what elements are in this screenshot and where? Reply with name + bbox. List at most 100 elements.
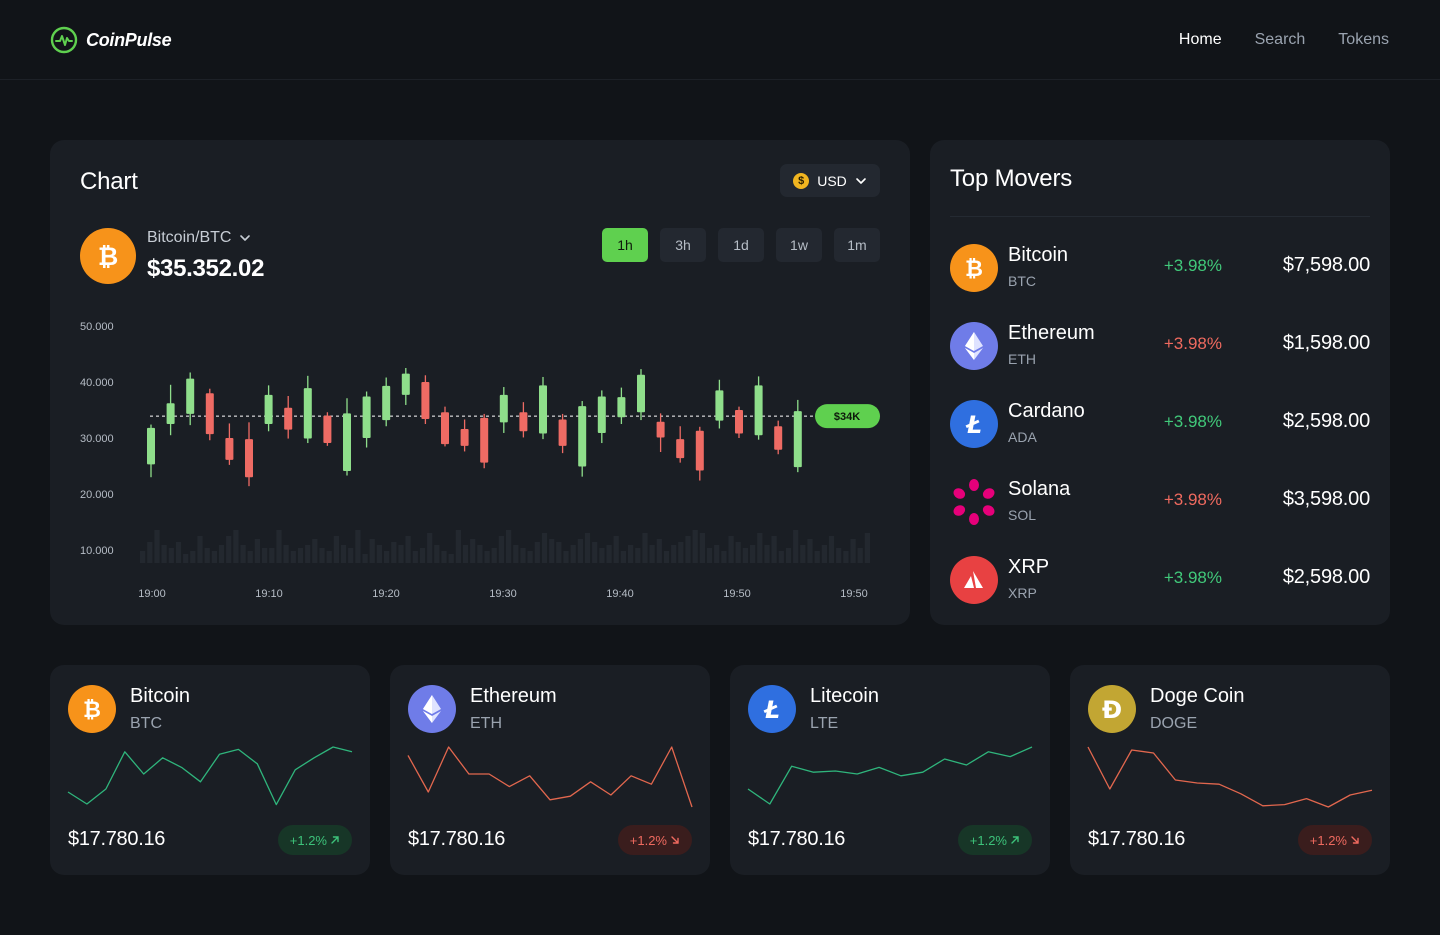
mover-row[interactable]: ₿ Bitcoin BTC +3.98% $7,598.00 xyxy=(950,240,1370,296)
candle-down xyxy=(558,419,567,446)
y-tick-label: 20.000 xyxy=(80,489,114,501)
coin-card[interactable]: Ł Litecoin LTE $17.780.16 +1.2% xyxy=(730,665,1050,875)
candle-up xyxy=(362,396,371,438)
volume-bar xyxy=(254,539,260,563)
candle-up xyxy=(617,397,626,418)
mover-row[interactable]: XRP XRP +3.98% $2,598.00 xyxy=(950,552,1370,608)
coin-price: $17.780.16 xyxy=(1088,828,1186,850)
candle-down xyxy=(480,417,489,463)
y-tick-label: 40.000 xyxy=(80,377,114,389)
candle-down xyxy=(695,430,704,471)
candle-down xyxy=(441,412,449,445)
coin-card[interactable]: ₿ Bitcoin BTC $17.780.16 +1.2% xyxy=(50,665,370,875)
mover-symbol: SOL xyxy=(1008,507,1037,523)
volume-bar xyxy=(563,551,569,563)
volume-bar xyxy=(663,551,670,563)
brand[interactable]: CoinPulse xyxy=(50,26,172,54)
mover-price: $3,598.00 xyxy=(1282,488,1370,510)
volume-bar xyxy=(161,545,167,563)
candlestick-chart[interactable]: 50.000 40.000 30.000 20.000 10.000 19:00 19:10… xyxy=(50,140,910,625)
volume-bar xyxy=(656,539,662,563)
candle-down xyxy=(284,407,293,430)
volume-bar xyxy=(642,533,648,563)
volume-bar xyxy=(147,542,153,563)
nav-search[interactable]: Search xyxy=(1255,31,1306,49)
volume-bar xyxy=(348,548,354,563)
volume-bar xyxy=(455,530,461,563)
avalanche-icon xyxy=(950,556,998,604)
volume-bar xyxy=(793,530,799,563)
volume-bar xyxy=(197,536,203,563)
candle-up xyxy=(715,390,724,421)
mover-change: +3.98% xyxy=(1163,256,1222,275)
volume-bar xyxy=(549,539,555,563)
volume-bar xyxy=(771,536,777,563)
top-movers-title: Top Movers xyxy=(950,165,1073,192)
volume-bar xyxy=(355,530,361,563)
candle-up xyxy=(578,406,587,467)
volume-bar xyxy=(434,545,440,563)
candle-up xyxy=(264,394,273,424)
candle-down xyxy=(245,439,253,478)
volume-bar xyxy=(628,545,634,563)
volume-bar xyxy=(714,545,720,563)
svg-text:₿: ₿ xyxy=(965,257,983,281)
volume-bar xyxy=(506,530,512,563)
change-badge: +1.2% xyxy=(277,825,352,855)
current-price-tag-label: $34K xyxy=(834,411,860,423)
y-tick-label: 50.000 xyxy=(80,321,114,333)
brand-name: CoinPulse xyxy=(86,29,172,50)
change-badge-value: +1.2% xyxy=(289,832,327,848)
candle-up xyxy=(343,413,351,472)
volume-bar xyxy=(671,545,677,563)
volume-bar xyxy=(140,551,146,563)
candle-up xyxy=(147,427,155,465)
coin-card[interactable]: Ethereum ETH $17.780.16 +1.2% xyxy=(390,665,710,875)
volume-bar xyxy=(843,551,849,563)
volume-bar xyxy=(398,545,404,563)
x-tick-label: 19:10 xyxy=(255,588,283,600)
volume-bar xyxy=(362,554,368,563)
volume-bar xyxy=(419,548,426,563)
volume-bar xyxy=(290,551,296,563)
volume-bar xyxy=(814,551,820,563)
mover-price: $2,598.00 xyxy=(1282,566,1370,588)
coin-price: $17.780.16 xyxy=(748,828,846,850)
volume-bar xyxy=(570,545,576,563)
volume-bar xyxy=(226,536,232,563)
arrow-up-right-icon xyxy=(1011,836,1019,844)
volume-bar xyxy=(427,533,433,563)
mover-row[interactable]: Ł Cardano ADA +3.98% $2,598.00 xyxy=(950,396,1370,452)
volume-bar xyxy=(778,551,784,563)
polkadot-icon xyxy=(950,478,998,526)
mover-row[interactable]: Solana SOL +3.98% $3,598.00 xyxy=(950,474,1370,530)
x-tick-label: 19:00 xyxy=(138,588,166,600)
candle-up xyxy=(186,378,195,414)
volume-bar xyxy=(484,551,490,563)
coin-card[interactable]: Ð Doge Coin DOGE $17.780.16 +1.2% xyxy=(1070,665,1390,875)
svg-text:Ł: Ł xyxy=(965,411,982,437)
volume-bar xyxy=(233,530,239,563)
candle-down xyxy=(656,421,665,438)
candle-down xyxy=(205,393,214,435)
mover-symbol: XRP xyxy=(1008,585,1037,601)
volume-bar xyxy=(706,548,713,563)
volume-bar xyxy=(613,536,619,563)
coinpulse-logo-icon xyxy=(50,26,78,54)
nav-tokens[interactable]: Tokens xyxy=(1338,31,1389,49)
ethereum-icon xyxy=(950,322,998,370)
sparkline-path xyxy=(747,746,1033,805)
arrow-down-right-icon xyxy=(1351,836,1359,844)
volume-bar xyxy=(857,548,863,563)
mover-row[interactable]: Ethereum ETH +3.98% $1,598.00 xyxy=(950,318,1370,374)
candle-down xyxy=(421,382,430,419)
volume-bar xyxy=(218,545,225,563)
x-tick-label: 19:50 xyxy=(723,588,751,600)
volume-bar xyxy=(678,542,684,563)
candle-up xyxy=(637,374,645,413)
volume-bar xyxy=(168,548,174,563)
volume-bar xyxy=(175,542,182,563)
nav-home[interactable]: Home xyxy=(1179,31,1222,49)
candle-up xyxy=(597,396,606,433)
mover-price: $1,598.00 xyxy=(1282,332,1370,354)
